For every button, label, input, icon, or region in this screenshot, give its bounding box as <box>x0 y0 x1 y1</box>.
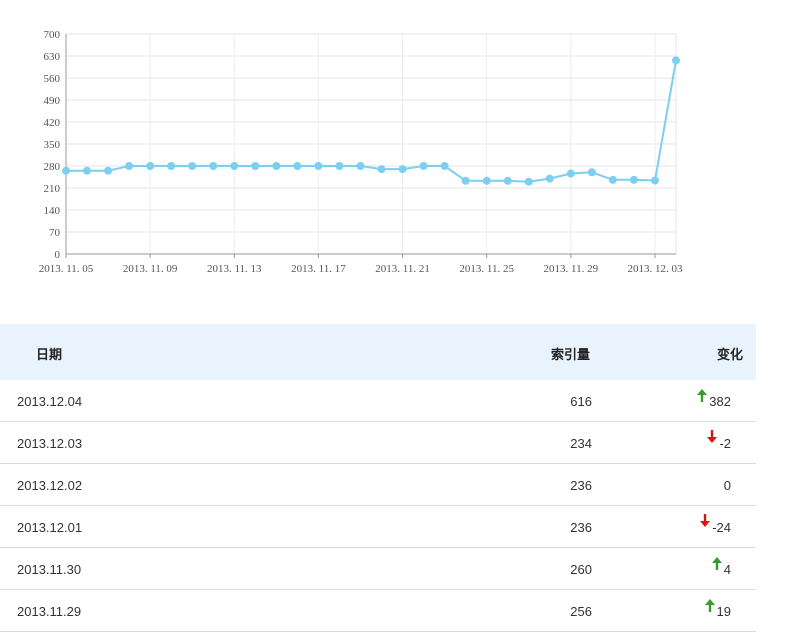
row-date: 2013.12.01 <box>17 520 83 535</box>
data-point <box>650 176 659 185</box>
row-change: 0 <box>723 478 731 493</box>
data-point <box>482 176 491 185</box>
data-point <box>146 162 155 170</box>
table-row: 2013.12.04 616 382 <box>0 380 756 422</box>
row-index: 260 <box>570 562 592 577</box>
y-tick-label: 0 <box>55 249 61 261</box>
data-point <box>524 177 533 186</box>
data-point <box>104 166 113 175</box>
row-date: 2013.12.03 <box>17 436 83 451</box>
row-change: 382 <box>709 394 731 409</box>
row-change: 19 <box>716 604 731 619</box>
data-point <box>629 175 638 184</box>
x-tick-label: 2013. 11. 17 <box>291 263 346 275</box>
row-index: 616 <box>570 394 592 409</box>
data-point <box>293 162 302 170</box>
y-tick-label: 280 <box>44 161 61 173</box>
data-point <box>83 166 92 175</box>
table-row: 2013.12.02 236 0 <box>0 464 756 506</box>
data-point <box>545 174 554 183</box>
data-point <box>398 165 407 174</box>
y-tick-label: 140 <box>44 205 61 217</box>
arrow-up-icon <box>712 557 722 570</box>
y-tick-label: 70 <box>49 227 61 239</box>
table-row: 2013.12.01 236 -24 <box>0 506 756 548</box>
arrow-up-icon <box>697 389 707 402</box>
table-header: 日期 索引量 变化 <box>0 324 756 380</box>
data-point <box>440 162 449 170</box>
y-tick-label: 350 <box>44 139 61 151</box>
row-index: 234 <box>570 436 592 451</box>
data-point <box>419 162 428 170</box>
row-date: 2013.11.30 <box>17 562 82 577</box>
data-point <box>167 162 176 170</box>
row-change: 4 <box>723 562 731 577</box>
table-row: 2013.11.29 256 19 <box>0 590 756 632</box>
data-point <box>566 169 575 178</box>
x-tick-label: 2013. 12. 03 <box>627 263 683 275</box>
line-chart: 0 70 140 210 280 350 420 490 560 630 700 2013. 11. … <box>39 29 683 275</box>
y-tick-label: 490 <box>44 95 61 107</box>
data-point <box>188 162 197 170</box>
data-point <box>314 162 323 170</box>
header-index: 索引量 <box>550 347 590 362</box>
row-date: 2013.12.04 <box>17 394 83 409</box>
y-tick-label: 700 <box>44 29 61 41</box>
data-point <box>503 176 512 185</box>
data-point <box>251 162 260 170</box>
x-tick-label: 2013. 11. 25 <box>459 263 514 275</box>
row-change: -24 <box>712 520 731 535</box>
data-point <box>608 175 617 184</box>
table-row: 2013.11.30 260 4 <box>0 548 756 590</box>
y-tick-label: 420 <box>44 117 61 129</box>
data-point <box>335 162 344 170</box>
y-tick-label: 630 <box>44 51 61 63</box>
data-point <box>356 162 365 170</box>
x-tick-label: 2013. 11. 29 <box>544 263 599 275</box>
row-date: 2013.11.29 <box>17 604 82 619</box>
row-index: 236 <box>570 520 592 535</box>
arrow-down-icon <box>700 514 710 527</box>
row-date: 2013.12.02 <box>17 478 83 493</box>
x-tick-label: 2013. 11. 09 <box>123 263 178 275</box>
data-point <box>587 168 596 177</box>
table-row: 2013.12.03 234 -2 <box>0 422 756 464</box>
data-point <box>125 162 134 170</box>
header-date: 日期 <box>36 347 63 362</box>
header-change: 变化 <box>716 347 743 362</box>
data-point <box>377 165 386 174</box>
arrow-up-icon <box>705 599 715 612</box>
y-tick-label: 210 <box>44 183 61 195</box>
x-tick-label: 2013. 11. 05 <box>39 263 94 275</box>
arrow-down-icon <box>707 430 717 443</box>
row-index: 256 <box>570 604 592 619</box>
x-tick-label: 2013. 11. 13 <box>207 263 262 275</box>
data-point <box>272 162 281 170</box>
row-change: -2 <box>719 436 731 451</box>
y-tick-label: 560 <box>44 73 61 85</box>
index-table: 日期 索引量 变化 2013.12.04 616 382 2013.12.03 234 -… <box>0 324 756 632</box>
data-point <box>461 176 470 185</box>
data-point <box>230 162 239 170</box>
row-index: 236 <box>570 478 592 493</box>
data-point <box>62 166 70 175</box>
x-tick-label: 2013. 11. 21 <box>375 263 430 275</box>
table-body: 2013.12.04 616 382 2013.12.03 234 -2 2013.12.0… <box>0 380 756 632</box>
data-point <box>672 56 680 65</box>
data-point <box>209 162 218 170</box>
